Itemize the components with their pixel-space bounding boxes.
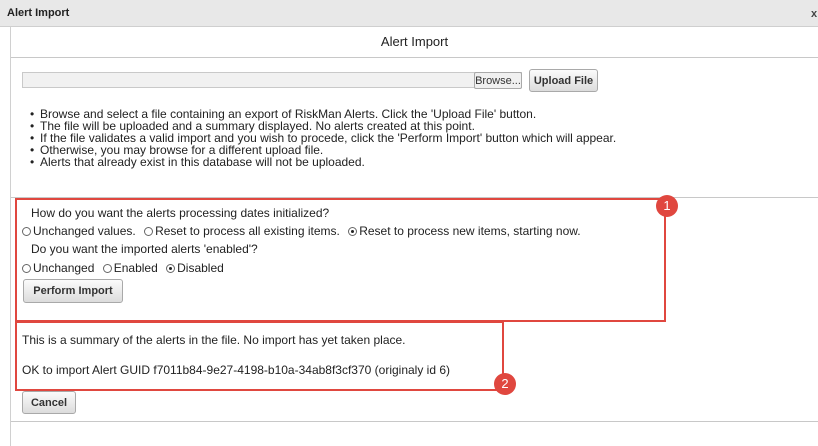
dialog-titlebar: Alert Import x xyxy=(0,0,818,27)
heading-divider xyxy=(11,57,818,58)
annotation-marker-2: 2 xyxy=(494,373,516,395)
annotation-box-1 xyxy=(15,198,666,322)
cancel-button[interactable]: Cancel xyxy=(22,391,76,414)
dialog-title: Alert Import xyxy=(7,7,70,19)
dialog-left-border xyxy=(10,27,11,446)
instruction-item: Alerts that already exist in this databa… xyxy=(30,156,810,168)
browse-button[interactable]: Browse... xyxy=(474,72,522,89)
close-icon[interactable]: x xyxy=(811,8,817,20)
instructions-list: Browse and select a file containing an e… xyxy=(30,108,810,168)
footer-divider xyxy=(11,421,818,422)
page-heading: Alert Import xyxy=(380,34,449,49)
file-path-field[interactable] xyxy=(22,72,522,88)
annotation-box-2 xyxy=(15,321,504,391)
upload-file-button[interactable]: Upload File xyxy=(529,69,598,92)
annotation-marker-1: 1 xyxy=(656,195,678,217)
